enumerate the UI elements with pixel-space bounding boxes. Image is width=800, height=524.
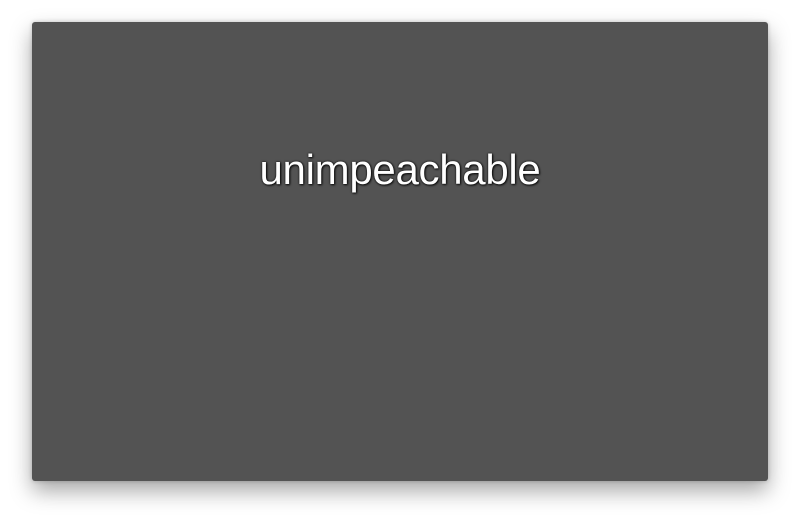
word-text: unimpeachable — [259, 146, 541, 193]
word-card: unimpeachable — [32, 22, 768, 481]
